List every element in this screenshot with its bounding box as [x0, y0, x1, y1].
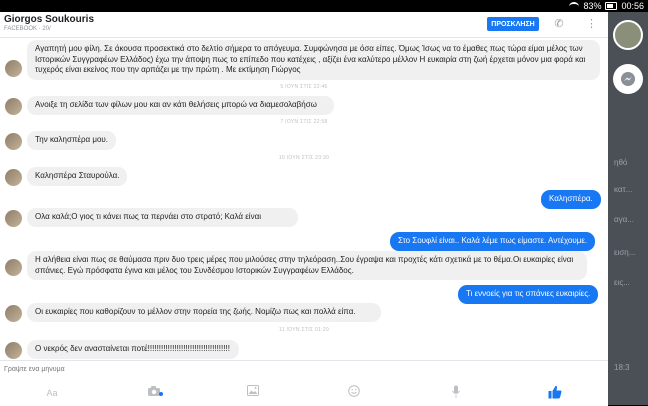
sender-avatar[interactable]: [5, 60, 22, 77]
side-fragment: ηθό: [614, 158, 628, 167]
message-bubble: Ολα καλά;Ο γιος τι κάνει πως τα περνάει …: [27, 208, 298, 227]
image-icon[interactable]: [243, 385, 263, 401]
more-options-icon[interactable]: ⋮: [586, 16, 597, 32]
sender-avatar[interactable]: [5, 342, 22, 359]
chat-header: Giorgos Soukouris FACEBOOK · 20/ ΠΡΟΣΚΛΗ…: [0, 12, 608, 38]
chat-window: Giorgos Soukouris FACEBOOK · 20/ ΠΡΟΣΚΛΗ…: [0, 12, 608, 406]
wifi-icon: [569, 1, 580, 11]
phone-icon[interactable]: ✆: [552, 17, 566, 31]
status-right: 83% 00:56: [569, 0, 644, 12]
side-fragment: εις...: [614, 278, 630, 287]
sender-avatar[interactable]: [5, 98, 22, 115]
message-bubble: Καλησπέρα Σταυρούλα.: [27, 167, 127, 186]
composer-toolbar: Aa: [0, 383, 608, 405]
thumbs-up-icon[interactable]: [545, 385, 565, 401]
invite-button[interactable]: ΠΡΟΣΚΛΗΣΗ: [487, 17, 539, 31]
message-bubble-own: Στο Σουφλί είναι.. Καλά λέμε πως είμαστε…: [390, 232, 596, 251]
contact-subtitle: FACEBOOK · 20/: [4, 26, 51, 32]
sender-avatar[interactable]: [5, 210, 22, 227]
message-input[interactable]: [4, 363, 404, 375]
side-fragment: ειση...: [614, 248, 636, 257]
timestamp: 7 ΙΟΥΝ ΣΤΙΣ 22:58: [280, 119, 328, 125]
mic-icon[interactable]: [446, 385, 466, 401]
timestamp: 10 ΙΟΥΝ ΣΤΙΣ 23:30: [278, 155, 330, 161]
text-format-icon[interactable]: Aa: [42, 385, 62, 401]
side-fragment: κατ...: [614, 185, 633, 194]
message-bubble: Την καλησπέρα μου.: [27, 131, 116, 150]
chat-heads-panel: [608, 12, 648, 405]
message-bubble: Ο νεκρός δεν ανασταίνεται ποτέ!!!!!!!!!!…: [27, 340, 239, 359]
message-bubble-own: Τι εννοείς για τις σπάνιες ευκαιρίες.: [458, 285, 599, 304]
composer: Aa: [0, 360, 608, 406]
contact-name[interactable]: Giorgos Soukouris: [4, 14, 94, 25]
sender-avatar[interactable]: [5, 305, 22, 322]
sender-avatar[interactable]: [5, 133, 22, 150]
message-bubble: Η αλήθεια είναι πως σε θαύμασα πριν δυο …: [27, 251, 587, 280]
messenger-icon[interactable]: [613, 64, 643, 94]
message-bubble: Οι ευκαιρίες που καθορίζουν το μέλλον στ…: [27, 303, 381, 322]
clock: 00:56: [621, 1, 644, 11]
side-fragment: αγα...: [614, 215, 634, 224]
message-bubble: Ανοιξε τη σελίδα των φίλων μου και αν κά…: [27, 96, 334, 115]
sender-avatar[interactable]: [5, 259, 22, 276]
battery-percent: 83%: [583, 1, 602, 11]
status-bar: 83% 00:56: [0, 0, 648, 12]
timestamp: 5 ΙΟΥΝ ΣΤΙΣ 22:46: [280, 84, 328, 90]
message-bubble-own: Καλησπέρα.: [541, 190, 601, 209]
timestamp: 11 ΙΟΥΝ ΣΤΙΣ 01:20: [279, 327, 329, 333]
new-indicator-dot: [159, 392, 163, 396]
battery-icon: [605, 2, 618, 10]
chat-head-avatar[interactable]: [613, 20, 643, 50]
emoji-icon[interactable]: [344, 385, 364, 401]
side-fragment: 18:3: [614, 363, 630, 372]
message-bubble: Αγαπητή μου φίλη. Σε άκουσα προσεκτικά σ…: [27, 40, 600, 80]
sender-avatar[interactable]: [5, 169, 22, 186]
